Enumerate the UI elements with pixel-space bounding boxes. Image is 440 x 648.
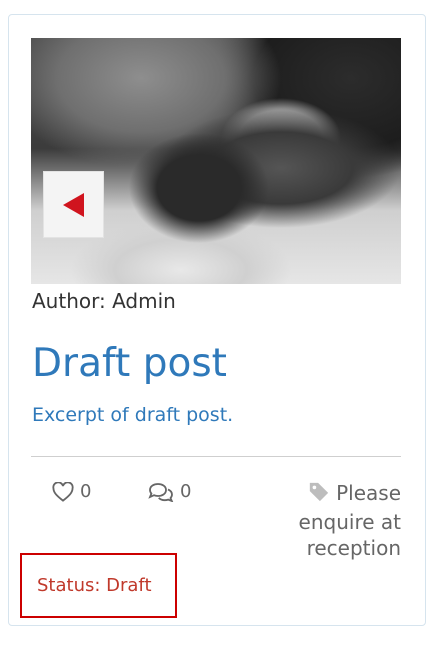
reception-notice: Please enquire at reception: [251, 480, 401, 561]
likes-count: 0: [80, 481, 92, 502]
chat-bubbles-outline-icon: [148, 482, 174, 502]
tag-icon: [308, 481, 330, 509]
post-excerpt[interactable]: Excerpt of draft post.: [32, 404, 233, 426]
status-text: Status: Draft: [37, 575, 152, 596]
card-divider: [31, 456, 401, 457]
post-author: Author: Admin: [32, 289, 176, 313]
status-badge: Status: Draft: [20, 553, 177, 618]
post-title[interactable]: Draft post: [32, 339, 227, 389]
post-featured-image[interactable]: [31, 38, 401, 284]
previous-slide-button[interactable]: [43, 171, 104, 238]
heart-outline-icon: [52, 481, 74, 502]
like-button[interactable]: 0: [52, 481, 91, 502]
comments-count: 0: [180, 481, 192, 502]
comments-button[interactable]: 0: [148, 481, 191, 502]
triangle-left-icon: [62, 192, 84, 217]
